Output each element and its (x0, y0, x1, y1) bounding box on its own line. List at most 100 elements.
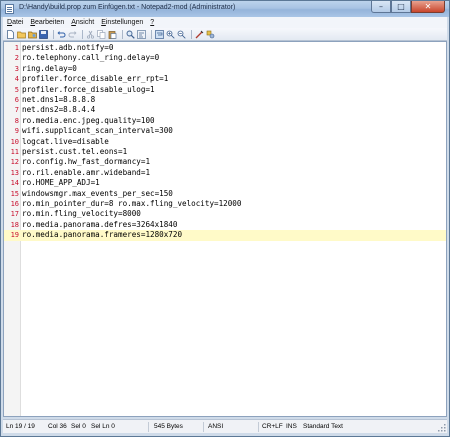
line-number: 12 (10, 158, 19, 167)
close-button[interactable]: ✕ (411, 1, 445, 13)
menu-ansicht[interactable]: Ansicht (71, 19, 94, 26)
line-text[interactable]: net.dns1=8.8.8.8 (22, 95, 95, 105)
editor-line[interactable]: 19 ro.media.panorama.frameres=1280x720 (4, 230, 446, 241)
menu-ansicht-label: nsicht (75, 19, 95, 26)
menu-datei[interactable]: Datei (7, 19, 23, 26)
line-text[interactable]: ro.media.panorama.frameres=1280x720 (22, 230, 182, 240)
line-text[interactable]: ro.min.fling_velocity=8000 (22, 209, 141, 219)
status-line-endings[interactable]: CR+LF (262, 420, 283, 434)
line-text[interactable]: ro.media.enc.jpeg.quality=100 (22, 116, 155, 126)
menu-einstellungen[interactable]: Einstellungen (101, 19, 143, 26)
line-text[interactable]: ro.media.panorama.defres=3264x1840 (22, 220, 177, 230)
line-number: 1 (14, 44, 19, 52)
save-icon[interactable] (39, 29, 48, 39)
line-number: 8 (14, 116, 19, 125)
line-number: 19 (10, 231, 19, 240)
line-number: 6 (14, 96, 19, 104)
zoom-out-icon[interactable] (177, 30, 186, 39)
status-scheme[interactable]: Standard Text (303, 420, 343, 434)
window-title: D:\Handy\build.prop zum Einfügen.txt - N… (19, 4, 236, 11)
editor-line[interactable]: 16 ro.min_pointer_dur=8 ro.max.fling_velo… (4, 199, 446, 209)
status-divider (203, 422, 204, 432)
replace-icon[interactable] (137, 29, 146, 39)
editor-line[interactable]: 6 net.dns1=8.8.8.8 (4, 95, 446, 105)
status-line-position: Ln 19 / 19 (6, 423, 35, 430)
menu-einstellungen-label: instellungen (105, 19, 144, 26)
toolbar-separator (191, 29, 192, 39)
menu-bearbeiten-label: earbeiten (35, 19, 65, 26)
paste-icon[interactable] (108, 30, 117, 39)
line-number: 11 (10, 148, 19, 156)
undo-icon[interactable] (57, 30, 66, 39)
copy-icon[interactable] (97, 29, 106, 39)
toolbar (3, 28, 447, 41)
line-text[interactable]: ring.delay=0 (22, 64, 77, 74)
editor-line[interactable]: 9 wifi.supplicant_scan_interval=300 (4, 126, 446, 136)
resize-grip-icon[interactable] (438, 424, 446, 432)
editor-line[interactable]: 1 persist.adb.notify=0 (4, 43, 446, 53)
minimize-button[interactable]: – (371, 1, 391, 13)
editor-line[interactable]: 2 ro.telephony.call_ring.delay=0 (4, 53, 446, 63)
editor-line[interactable]: 15 windowsmgr.max_events_per_sec=150 (4, 189, 446, 199)
editor-line[interactable]: 10 logcat.live=disable (4, 137, 446, 147)
browse-icon[interactable] (28, 30, 37, 39)
editor-line[interactable]: 18 ro.media.panorama.defres=3264x1840 (4, 220, 446, 230)
line-number: 10 (10, 137, 19, 146)
editor-line[interactable]: 5 profiler.force_disable_ulog=1 (4, 85, 446, 95)
menu-bearbeiten[interactable]: Bearbeiten (30, 19, 64, 26)
editor-line[interactable]: 11 persist.cust.tel.eons=1 (4, 147, 446, 157)
window-controls: – □ ✕ (371, 1, 445, 14)
zoom-in-icon[interactable] (166, 30, 175, 39)
menu-help[interactable]: ? (150, 19, 154, 26)
line-text[interactable]: ro.telephony.call_ring.delay=0 (22, 53, 159, 63)
line-text[interactable]: profiler.force_disable_ulog=1 (22, 85, 155, 95)
editor-line[interactable]: 14 ro.HOME_APP_ADJ=1 (4, 178, 446, 188)
toolbar-separator (53, 29, 54, 39)
line-text[interactable]: net.dns2=8.8.4.4 (22, 105, 95, 115)
line-text[interactable]: wifi.supplicant_scan_interval=300 (22, 126, 173, 136)
line-number: 5 (14, 85, 19, 94)
editor-line[interactable]: 7 net.dns2=8.8.4.4 (4, 105, 446, 115)
line-text[interactable]: logcat.live=disable (22, 137, 109, 147)
line-number: 4 (14, 75, 19, 84)
status-bar: Ln 19 / 19 Col 36 Sel 0 Sel Ln 0 545 Byt… (3, 419, 447, 433)
editor-line[interactable]: 4 profiler.force_disable_err_rpt=1 (4, 74, 446, 84)
status-divider (258, 422, 259, 432)
redo-icon[interactable] (68, 30, 77, 39)
editor-line[interactable]: 12 ro.config.hw_fast_dormancy=1 (4, 157, 446, 167)
find-icon[interactable] (126, 30, 135, 39)
status-selected-lines: Sel Ln 0 (91, 423, 115, 430)
line-number: 17 (10, 210, 19, 219)
line-text[interactable]: ro.min_pointer_dur=8 ro.max.fling_veloci… (22, 199, 241, 209)
status-selection: Sel 0 (71, 423, 86, 430)
new-file-icon[interactable] (6, 29, 15, 39)
menu-bar: Datei Bearbeiten Ansicht Einstellungen ? (3, 17, 447, 28)
open-folder-icon[interactable] (17, 30, 26, 39)
settings-icon[interactable] (206, 30, 215, 39)
maximize-button[interactable]: □ (391, 1, 411, 13)
editor-line[interactable]: 17 ro.min.fling_velocity=8000 (4, 209, 446, 219)
editor-line[interactable]: 8 ro.media.enc.jpeg.quality=100 (4, 116, 446, 126)
status-column: Col 36 (48, 423, 67, 430)
editor-line[interactable]: 13 ro.ril.enable.amr.wideband=1 (4, 168, 446, 178)
line-text[interactable]: ro.config.hw_fast_dormancy=1 (22, 157, 150, 167)
line-text[interactable]: ro.HOME_APP_ADJ=1 (22, 178, 100, 188)
status-file-size: 545 Bytes (154, 423, 183, 430)
editor-line[interactable]: 3 ring.delay=0 (4, 64, 446, 74)
cut-icon[interactable] (86, 30, 95, 39)
line-text[interactable]: windowsmgr.max_events_per_sec=150 (22, 189, 173, 199)
line-text[interactable]: persist.adb.notify=0 (22, 43, 113, 53)
status-encoding[interactable]: ANSI (208, 420, 223, 434)
status-insert-mode[interactable]: INS (286, 420, 297, 434)
title-bar[interactable]: D:\Handy\build.prop zum Einfügen.txt - N… (1, 1, 449, 17)
line-text[interactable]: ro.ril.enable.amr.wideband=1 (22, 168, 150, 178)
line-number: 7 (14, 106, 19, 115)
line-text[interactable]: persist.cust.tel.eons=1 (22, 147, 127, 157)
line-number: 3 (14, 64, 19, 73)
line-number: 16 (10, 200, 19, 208)
text-editor[interactable]: 1 persist.adb.notify=0 2 ro.telephony.call_… (3, 41, 447, 417)
line-text[interactable]: profiler.force_disable_err_rpt=1 (22, 74, 168, 84)
word-wrap-icon[interactable] (155, 29, 164, 39)
scheme-icon[interactable] (195, 30, 204, 39)
notepad-app-icon[interactable] (5, 4, 14, 14)
